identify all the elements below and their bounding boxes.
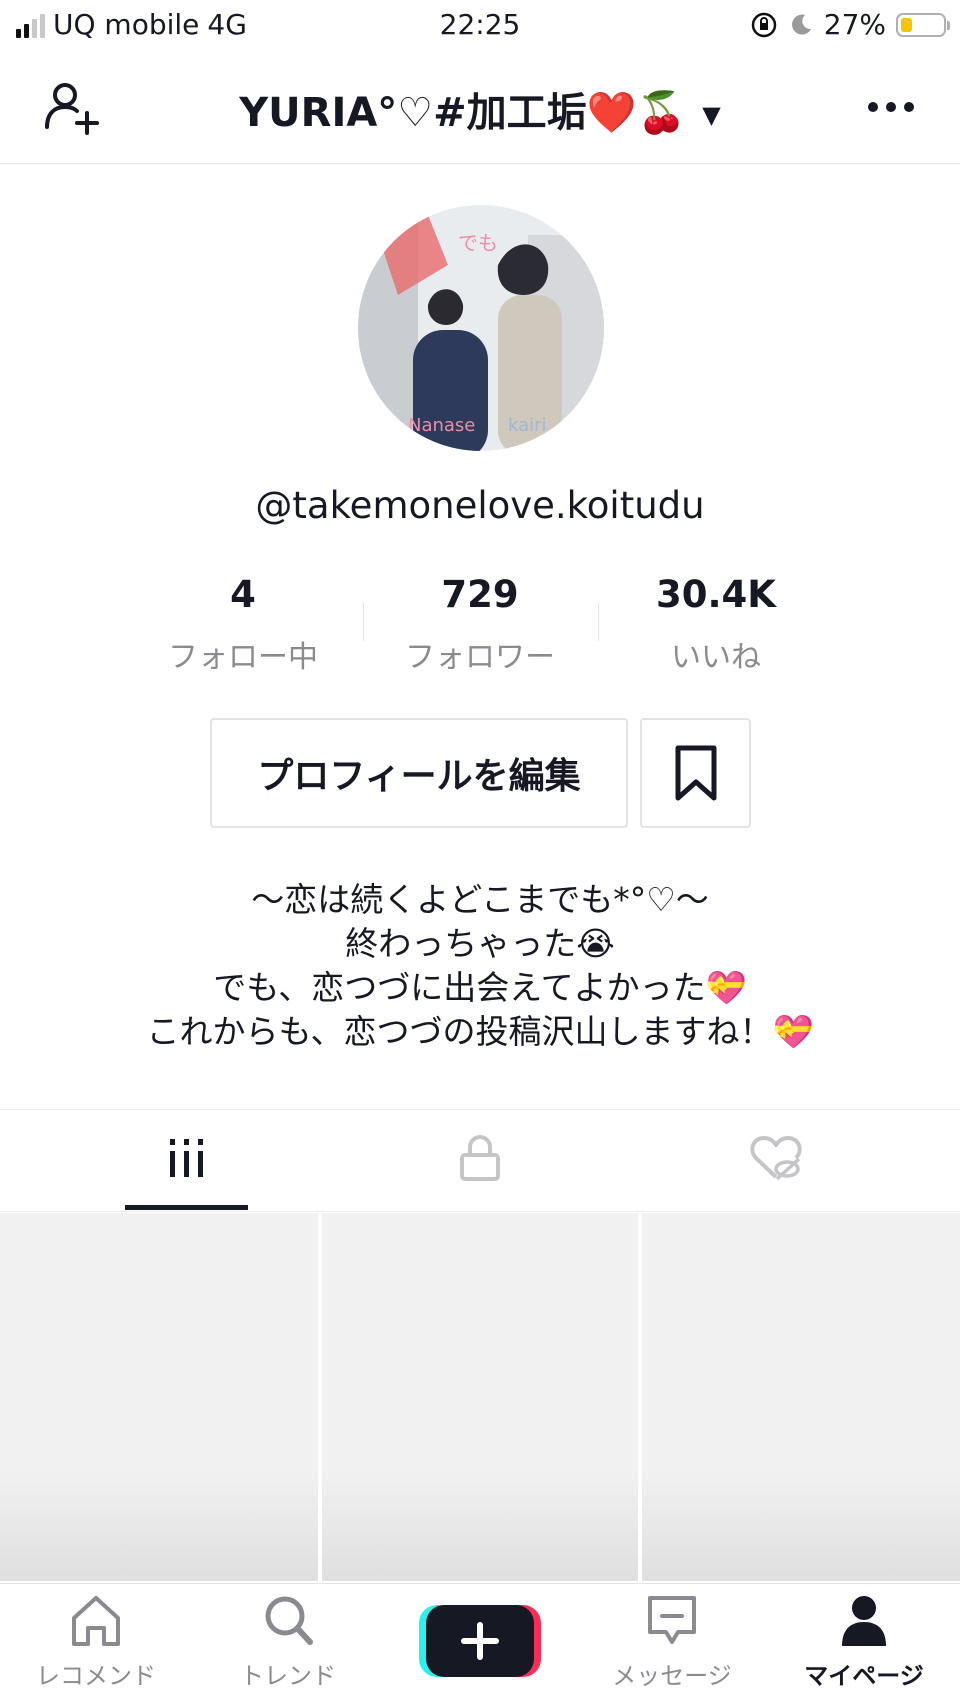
edit-profile-button[interactable]: プロフィールを編集 — [210, 718, 628, 828]
bio-line: 終わっちゃった😭 — [345, 924, 615, 963]
favorites-button[interactable] — [640, 718, 751, 828]
moon-icon — [791, 14, 811, 35]
video-thumbnail[interactable] — [0, 1213, 318, 1581]
content-tabs — [0, 1109, 960, 1212]
likes-count: 30.4K — [656, 573, 776, 616]
avatar-image: Nanase kairi でも — [358, 205, 604, 451]
nav-home[interactable]: レコメンド — [0, 1592, 192, 1691]
profile-icon — [842, 1596, 886, 1646]
home-icon — [72, 1596, 120, 1646]
tab-liked[interactable] — [714, 1110, 837, 1206]
bio-line: これからも、恋つづの投稿沢山しますね！💝 — [146, 1012, 814, 1051]
following-stat[interactable]: 4 フォロー中 — [143, 573, 343, 676]
stat-divider — [363, 603, 364, 641]
bio: 〜恋は続くよどこまでも*°♡〜 終わっちゃった😭 でも、恋つづに出会えてよかった… — [0, 878, 960, 1054]
video-thumbnail[interactable] — [642, 1213, 960, 1581]
tab-private[interactable] — [420, 1110, 540, 1206]
nav-home-label: レコメンド — [36, 1662, 156, 1690]
account-switcher[interactable]: YURIA°♡#加工垢❤️🍒 ▼ — [0, 80, 960, 138]
search-icon — [265, 1596, 313, 1645]
account-name: YURIA°♡#加工垢❤️🍒 — [239, 90, 687, 136]
avatar-overlay-text: でも — [458, 231, 498, 255]
status-right: 27% — [750, 8, 950, 41]
video-thumbnail[interactable] — [322, 1213, 638, 1581]
lock-icon — [460, 1135, 500, 1181]
bio-line: 〜恋は続くよどこまでも*°♡〜 — [251, 880, 709, 919]
bookmark-icon — [675, 745, 716, 801]
avatar-caption-right: kairi — [508, 415, 547, 436]
avatar[interactable]: Nanase kairi でも — [358, 205, 604, 451]
more-options-button[interactable] — [856, 72, 926, 142]
chevron-down-icon: ▼ — [702, 101, 721, 129]
plus-icon — [461, 1622, 499, 1660]
status-bar: UQ mobile 4G 22:25 27% — [0, 0, 960, 52]
bio-line: でも、恋つづに出会えてよかった💝 — [213, 968, 747, 1007]
create-video-button[interactable] — [426, 1605, 534, 1677]
following-count: 4 — [230, 573, 256, 616]
username: @takemonelove.koitudu — [255, 484, 705, 527]
nav-discover-label: トレンド — [240, 1662, 336, 1690]
nav-inbox-label: メッセージ — [612, 1662, 732, 1690]
likes-stat[interactable]: 30.4K いいね — [616, 573, 816, 676]
active-tab-indicator — [125, 1205, 248, 1210]
message-icon — [648, 1596, 696, 1644]
more-horizontal-icon — [868, 102, 914, 112]
tab-videos[interactable] — [125, 1110, 248, 1206]
orientation-lock-icon — [751, 12, 777, 37]
nav-discover[interactable]: トレンド — [192, 1592, 384, 1691]
stat-divider — [598, 603, 599, 641]
battery-percent: 27% — [823, 8, 886, 41]
liked-hidden-icon — [749, 1136, 802, 1181]
following-label: フォロー中 — [168, 640, 318, 675]
nav-inbox[interactable]: メッセージ — [576, 1592, 768, 1691]
nav-profile-label: マイページ — [804, 1662, 924, 1690]
followers-label: フォロワー — [405, 640, 555, 675]
avatar-caption-left: Nanase — [408, 415, 475, 436]
bottom-nav: レコメンド トレンド メッセージ マイページ — [0, 1583, 960, 1707]
followers-stat[interactable]: 729 フォロワー — [380, 573, 580, 676]
followers-count: 729 — [441, 573, 519, 616]
grid-icon — [169, 1139, 203, 1177]
profile-header: YURIA°♡#加工垢❤️🍒 ▼ — [0, 60, 960, 164]
nav-profile[interactable]: マイページ — [768, 1592, 960, 1691]
battery-icon — [896, 12, 950, 37]
likes-label: いいね — [671, 640, 761, 675]
